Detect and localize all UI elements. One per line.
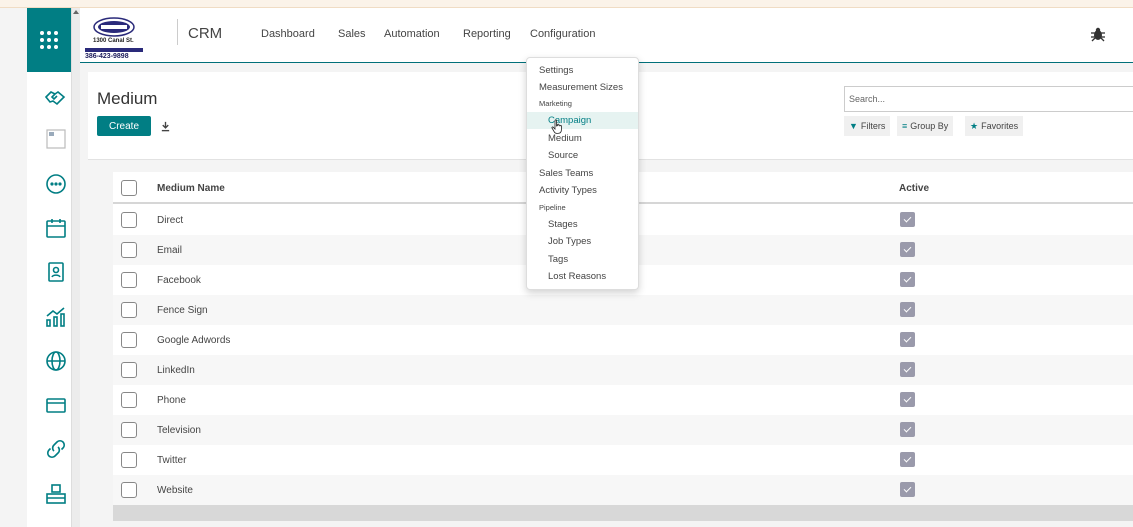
- active-checkbox: [900, 242, 915, 257]
- scroll-up-arrow-icon[interactable]: [73, 10, 79, 14]
- row-checkbox[interactable]: [121, 272, 137, 288]
- nav-separator: [177, 19, 178, 45]
- apps-menu-button[interactable]: [27, 8, 71, 72]
- menu-item-job-types[interactable]: Job Types: [527, 233, 638, 250]
- medium-name-cell: Website: [157, 485, 193, 496]
- medium-name-cell: Fence Sign: [157, 305, 208, 316]
- table-row[interactable]: Website: [113, 475, 1133, 505]
- globe-icon[interactable]: [43, 348, 69, 374]
- row-checkbox[interactable]: [121, 422, 137, 438]
- table-row[interactable]: Fence Sign: [113, 295, 1133, 325]
- configuration-dropdown: Settings Measurement Sizes Marketing Cam…: [526, 57, 639, 290]
- handshake-icon[interactable]: [43, 84, 69, 110]
- group-by-icon: ≡: [902, 121, 908, 131]
- menu-reporting[interactable]: Reporting: [463, 28, 511, 40]
- company-logo[interactable]: 1300 Canal St. 386-423-9898: [83, 13, 145, 62]
- row-checkbox[interactable]: [121, 362, 137, 378]
- create-button[interactable]: Create: [97, 116, 151, 136]
- download-icon[interactable]: [155, 116, 175, 136]
- row-checkbox[interactable]: [121, 242, 137, 258]
- menu-item-sales-teams[interactable]: Sales Teams: [527, 165, 638, 182]
- link-icon[interactable]: [43, 436, 69, 462]
- apps-grid-icon: [40, 31, 58, 49]
- menu-header-marketing: Marketing: [539, 99, 572, 108]
- contacts-icon[interactable]: [43, 259, 69, 285]
- active-checkbox: [900, 422, 915, 437]
- logo-address: 1300 Canal St.: [93, 38, 134, 44]
- active-checkbox: [900, 452, 915, 467]
- menu-sales[interactable]: Sales: [338, 28, 366, 40]
- group-by-button[interactable]: ≡ Group By: [897, 116, 954, 136]
- hand-pointer-cursor-icon: [551, 119, 563, 134]
- group-by-label: Group By: [910, 121, 949, 131]
- column-active[interactable]: Active: [899, 183, 929, 194]
- chat-icon[interactable]: [43, 171, 69, 197]
- medium-name-cell: Phone: [157, 395, 186, 406]
- active-checkbox: [900, 272, 915, 287]
- row-checkbox[interactable]: [121, 482, 137, 498]
- table-row[interactable]: Phone: [113, 385, 1133, 415]
- star-icon: ★: [970, 120, 979, 131]
- active-checkbox: [900, 392, 915, 407]
- active-checkbox: [900, 302, 915, 317]
- browser-top-strip: [0, 0, 1133, 8]
- logo-phone: 386-423-9898: [85, 53, 129, 60]
- menu-header-pipeline: Pipeline: [539, 203, 566, 212]
- filters-button[interactable]: ▼ Filters: [844, 116, 891, 136]
- row-checkbox[interactable]: [121, 452, 137, 468]
- chart-icon[interactable]: [43, 304, 69, 330]
- active-checkbox: [900, 212, 915, 227]
- filters-label: Filters: [860, 121, 886, 131]
- favorites-label: Favorites: [981, 121, 1019, 131]
- row-checkbox[interactable]: [121, 392, 137, 408]
- medium-name-cell: Direct: [157, 215, 184, 226]
- column-medium-name[interactable]: Medium Name: [157, 183, 225, 194]
- menu-item-source[interactable]: Source: [527, 147, 638, 164]
- medium-name-cell: Television: [157, 425, 201, 436]
- inventory-icon[interactable]: [43, 481, 69, 507]
- active-checkbox: [900, 482, 915, 497]
- table-row[interactable]: LinkedIn: [113, 355, 1133, 385]
- medium-name-cell: Facebook: [157, 275, 201, 286]
- calendar-icon[interactable]: [43, 215, 69, 241]
- menu-item-stages[interactable]: Stages: [527, 216, 638, 233]
- top-navbar: 1300 Canal St. 386-423-9898 CRM Dashboar…: [80, 8, 1133, 63]
- menu-configuration[interactable]: Configuration: [530, 28, 595, 40]
- medium-name-cell: LinkedIn: [157, 365, 195, 376]
- page-title: Medium: [97, 89, 158, 108]
- app-brand[interactable]: CRM: [188, 25, 222, 42]
- menu-dashboard[interactable]: Dashboard: [261, 28, 315, 40]
- table-row[interactable]: Television: [113, 415, 1133, 445]
- active-checkbox: [900, 362, 915, 377]
- broken-image-icon: [43, 126, 69, 152]
- menu-automation[interactable]: Automation: [384, 28, 440, 40]
- menu-item-lost-reasons[interactable]: Lost Reasons: [527, 268, 638, 285]
- menu-item-activity-types[interactable]: Activity Types: [527, 182, 638, 199]
- row-checkbox[interactable]: [121, 332, 137, 348]
- row-checkbox[interactable]: [121, 212, 137, 228]
- medium-name-cell: Email: [157, 245, 183, 256]
- row-checkbox[interactable]: [121, 302, 137, 318]
- table-row[interactable]: Google Adwords: [113, 325, 1133, 355]
- menu-item-campaign[interactable]: Campaign: [527, 112, 638, 129]
- favorites-button[interactable]: ★ Favorites: [965, 116, 1024, 136]
- medium-name-cell: Twitter: [157, 455, 187, 466]
- sidebar-scrollbar[interactable]: [71, 8, 80, 527]
- active-checkbox: [900, 332, 915, 347]
- menu-item-measurement-sizes[interactable]: Measurement Sizes: [527, 79, 638, 96]
- credit-card-icon[interactable]: [43, 392, 69, 418]
- search-input[interactable]: [844, 86, 1133, 112]
- medium-name-cell: Google Adwords: [157, 335, 231, 346]
- table-row[interactable]: Twitter: [113, 445, 1133, 475]
- select-all-checkbox[interactable]: [121, 180, 137, 196]
- menu-item-settings[interactable]: Settings: [527, 62, 638, 79]
- menu-item-medium[interactable]: Medium: [527, 130, 638, 147]
- menu-item-tags[interactable]: Tags: [527, 251, 638, 268]
- debug-bug-icon[interactable]: [1090, 26, 1106, 42]
- filter-funnel-icon: ▼: [849, 121, 858, 131]
- list-footer: [113, 505, 1133, 521]
